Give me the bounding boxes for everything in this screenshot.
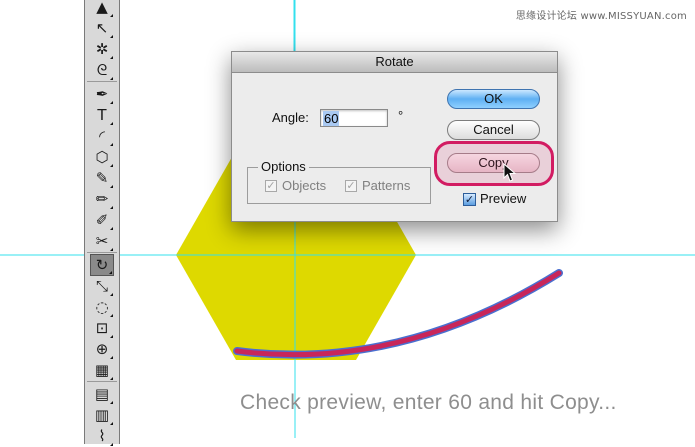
watermark-text: 思缘设计论坛 www.MISSYUAN.com — [515, 11, 687, 22]
objects-label: Objects — [282, 178, 327, 193]
perspective-grid-tool-icon[interactable]: ▦ — [90, 359, 114, 381]
objects-checkbox[interactable]: ✓ — [265, 180, 277, 192]
tool-separator — [87, 381, 117, 382]
scissors-tool-icon[interactable]: ✂ — [90, 230, 114, 252]
flyout-indicator — [110, 377, 113, 380]
cancel-button[interactable]: Cancel — [447, 120, 540, 140]
scale-tool-icon[interactable]: ⤡ — [90, 275, 114, 297]
ok-button[interactable]: OK — [447, 89, 540, 109]
tools-panel: ▲ ↖ ✲ ᘓ ✒ T ◜ ⬡ ✎ ✏ ✐ ✂ ↻ ⤡ ◌ ⊡ ⊕ ▦ ▤ ▥ ⌇ — [84, 0, 120, 447]
rotate-tool-icon[interactable]: ↻ — [90, 254, 114, 276]
gradient-tool-icon[interactable]: ▥ — [90, 404, 114, 426]
flyout-indicator — [109, 271, 112, 274]
angle-input[interactable]: 60 — [320, 109, 388, 127]
warp-tool-icon[interactable]: ◌ — [90, 296, 114, 318]
tool-separator — [87, 252, 117, 253]
tutorial-caption: Check preview, enter 60 and hit Copy... — [240, 391, 617, 414]
options-legend: Options — [258, 159, 309, 174]
type-tool-icon[interactable]: T — [90, 104, 114, 126]
pencil-tool-icon[interactable]: ✏ — [90, 188, 114, 210]
direct-selection-tool-icon[interactable]: ↖ — [90, 17, 114, 39]
paintbrush-tool-icon[interactable]: ✎ — [90, 167, 114, 189]
eyedropper-tool-icon[interactable]: ⌇ — [90, 425, 114, 447]
free-transform-tool-icon[interactable]: ⊡ — [90, 317, 114, 339]
lasso-tool-icon[interactable]: ᘓ — [90, 59, 114, 81]
dialog-title: Rotate — [232, 52, 557, 73]
polygon-tool-icon[interactable]: ⬡ — [90, 146, 114, 168]
pen-tool-icon[interactable]: ✒ — [90, 83, 114, 105]
selection-tool-icon[interactable]: ▲ — [90, 0, 114, 18]
preview-label: Preview — [480, 191, 527, 206]
shape-builder-tool-icon[interactable]: ⊕ — [90, 338, 114, 360]
graph-tool-icon[interactable]: ▤ — [90, 383, 114, 405]
degree-symbol: ° — [398, 108, 404, 123]
rotate-dialog: Rotate Angle: 60 ° Options ✓ Objects ✓ P… — [231, 51, 558, 222]
eraser-tool-icon[interactable]: ✐ — [90, 209, 114, 231]
patterns-checkbox[interactable]: ✓ — [345, 180, 357, 192]
angle-value: 60 — [323, 111, 340, 126]
flyout-indicator — [110, 77, 113, 80]
flyout-indicator — [110, 248, 113, 251]
flyout-indicator — [110, 443, 113, 446]
tool-separator — [87, 81, 117, 82]
magic-wand-tool-icon[interactable]: ✲ — [90, 38, 114, 60]
copy-button-highlight — [434, 141, 554, 186]
angle-label: Angle: — [272, 110, 309, 125]
line-segment-tool-icon[interactable]: ◜ — [90, 125, 114, 147]
patterns-label: Patterns — [362, 178, 411, 193]
preview-checkbox[interactable]: ✓ — [463, 193, 476, 206]
mouse-pointer-icon — [503, 163, 517, 182]
